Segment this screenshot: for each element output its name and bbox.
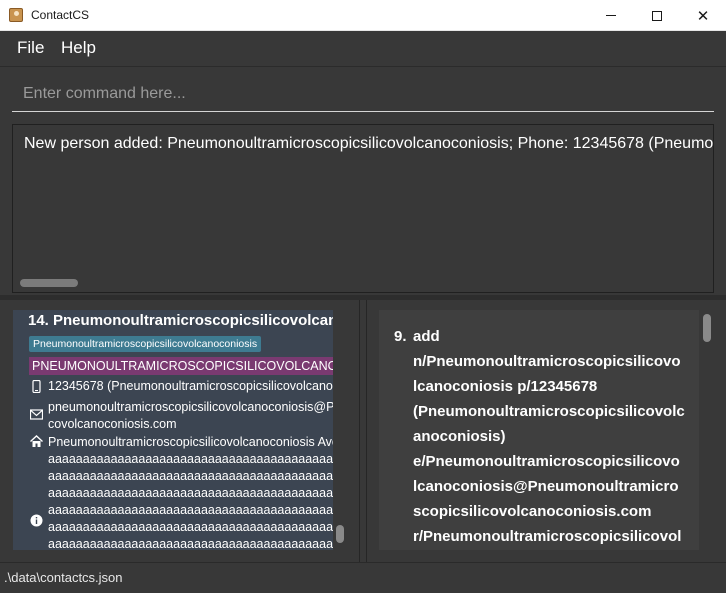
history-line: lcanoconiosis p/12345678 (413, 378, 598, 395)
result-display[interactable]: New person added: Pneumonoultramicroscop… (12, 124, 714, 293)
command-input[interactable] (12, 77, 714, 112)
data-file-path: .\data\contactcs.json (4, 570, 123, 585)
person-address-line: aaaaaaaaaaaaaaaaaaaaaaaaaaaaaaaaaaaaaaaa… (48, 469, 333, 483)
history-scrollbar[interactable] (703, 314, 711, 342)
menu-help[interactable]: Help (61, 38, 96, 58)
info-icon (30, 514, 43, 527)
close-icon: ✕ (696, 6, 710, 25)
window-title: ContactCS (31, 8, 90, 22)
menu-bar: File Help (0, 31, 726, 67)
history-line: (Pneumonoultramicroscopicsilicovolc (413, 403, 685, 420)
envelope-icon (30, 409, 43, 420)
history-line: r/Pneumonoultramicroscopicsilicovol (413, 528, 682, 545)
person-email-continued: covolcanoconiosis.com (48, 417, 177, 431)
home-icon (30, 435, 43, 447)
contact-book-icon (9, 8, 23, 22)
person-email: pneumonoultramicroscopicsilicovolcanocon… (48, 400, 333, 414)
history-entry[interactable]: 9. add n/Pneumonoultramicroscopicsilicov… (379, 310, 699, 550)
tag-label-highlight: PNEUMONOULTRAMICROSCOPICSILICOVOLCANOCON… (29, 357, 333, 375)
phone-icon (32, 380, 41, 393)
person-remark-line: aaaaaaaaaaaaaaaaaaaaaaaaaaaaaaaaaaaaaaaa… (48, 537, 333, 550)
person-list-scrollbar[interactable] (336, 525, 344, 543)
history-line: e/Pneumonoultramicroscopicsilicovo (413, 453, 680, 470)
history-line: n/Pneumonoultramicroscopicsilicovo (413, 353, 681, 370)
maximize-icon (652, 10, 662, 21)
person-address-line: aaaaaaaaaaaaaaaaaaaaaaaaaaaaaaaaaaaaaaaa… (48, 452, 333, 466)
tag-label: Pneumonoultramicroscopicsilicovolcanocon… (29, 336, 262, 352)
history-number: 9. (394, 328, 407, 345)
person-phone: 12345678 (Pneumonoultramicroscopicsilico… (48, 379, 333, 393)
history-line: anoconiosis) (413, 428, 506, 445)
result-message: New person added: Pneumonoultramicroscop… (24, 135, 714, 152)
person-remark-line: aaaaaaaaaaaaaaaaaaaaaaaaaaaaaaaaaaaaaaaa… (48, 520, 333, 534)
history-line: lcanoconiosis@Pneumonoultramicro (413, 478, 679, 495)
menu-file[interactable]: File (17, 38, 44, 58)
history-panel: 9. add n/Pneumonoultramicroscopicsilicov… (366, 300, 726, 562)
person-name: 14. Pneumonoultramicroscopicsilicovolcan… (28, 312, 333, 329)
history-line: add (413, 328, 440, 345)
horizontal-scrollbar[interactable] (20, 279, 78, 287)
maximize-button[interactable] (634, 0, 680, 31)
status-bar: .\data\contactcs.json (0, 562, 726, 593)
person-card[interactable]: 14. Pneumonoultramicroscopicsilicovolcan… (13, 310, 333, 550)
person-address: Pneumonoultramicroscopicsilicovolcanocon… (48, 435, 333, 449)
person-list-panel: 14. Pneumonoultramicroscopicsilicovolcan… (0, 300, 360, 562)
minimize-icon (606, 15, 616, 16)
person-address-line: aaaaaaaaaaaaaaaaaaaaaaaaaaaaaaaaaaaaaaaa… (48, 486, 333, 500)
close-button[interactable]: ✕ (680, 0, 726, 31)
minimize-button[interactable] (588, 0, 634, 31)
person-remark-line: aaaaaaaaaaaaaaaaaaaaaaaaaaaaaaaaaaaaaaaa… (48, 503, 333, 517)
command-box (0, 67, 726, 119)
title-bar: ContactCS ✕ (0, 0, 726, 31)
history-line: scopicsilicovolcanoconiosis.com (413, 503, 652, 520)
